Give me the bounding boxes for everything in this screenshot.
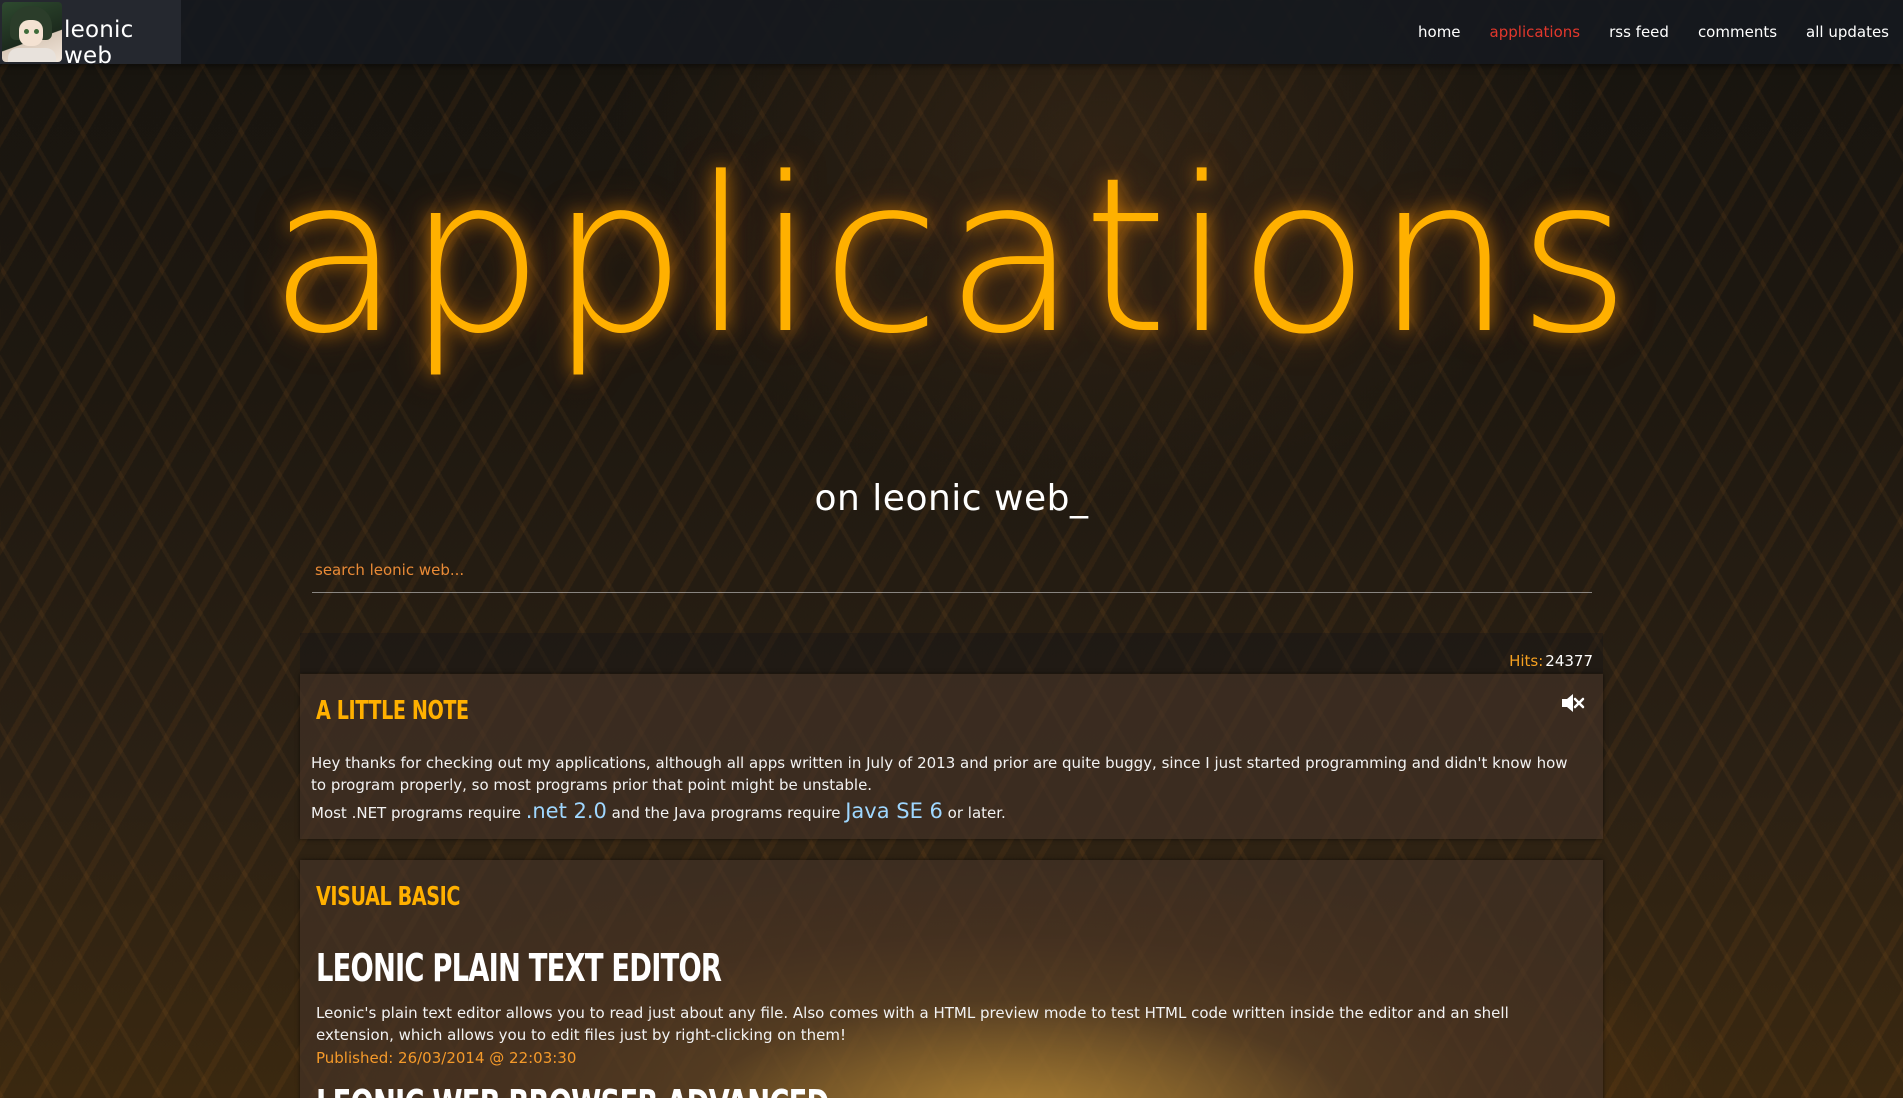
req-prefix: Most .NET programs require — [311, 804, 526, 822]
java-link[interactable]: Java SE 6 — [845, 799, 943, 823]
dotnet-link[interactable]: .net 2.0 — [526, 799, 607, 823]
section-heading-visual-basic: Visual Basic — [316, 882, 461, 912]
page-title: applications — [268, 132, 1635, 381]
app-description: Leonic's plain text editor allows you to… — [316, 1004, 1509, 1044]
search-bar — [312, 552, 1592, 593]
brand-name[interactable]: leonic web — [64, 17, 181, 69]
hits-label: Hits: — [1509, 652, 1544, 670]
hit-counter: Hits: 24377 — [300, 652, 1593, 670]
note-paragraph: Hey thanks for checking out my applicati… — [311, 754, 1568, 794]
req-middle: and the Java programs require — [606, 804, 846, 822]
nav-all-updates[interactable]: all updates — [1806, 23, 1889, 41]
app-title[interactable]: Leonic Plain Text Editor — [316, 946, 722, 990]
main-nav: home applications rss feed comments all … — [1389, 0, 1889, 64]
nav-comments[interactable]: comments — [1698, 23, 1777, 41]
avatar-shirt — [8, 48, 56, 62]
avatar-face — [19, 20, 43, 46]
note-body: Hey thanks for checking out my applicati… — [311, 752, 1581, 824]
brand-area[interactable]: leonic web — [0, 0, 181, 69]
hits-value: 24377 — [1545, 652, 1593, 670]
req-suffix: or later. — [942, 804, 1006, 822]
visual-basic-panel: Visual Basic Leonic Plain Text Editor Le… — [300, 860, 1603, 1098]
note-panel: A little note Hey thanks for checking ou… — [300, 674, 1603, 839]
nav-applications[interactable]: applications — [1490, 23, 1581, 41]
nav-home[interactable]: home — [1418, 23, 1461, 41]
volume-mute-icon[interactable] — [1559, 690, 1585, 716]
note-heading: A little note — [316, 696, 469, 726]
page-subtitle: on leonic web_ — [814, 478, 1089, 519]
note-requirements: Most .NET programs require .net 2.0 and … — [311, 800, 1581, 824]
nav-rss-feed[interactable]: rss feed — [1609, 23, 1669, 41]
search-input[interactable] — [312, 555, 1592, 585]
avatar-eye — [24, 29, 29, 34]
app-published-date: Published: 26/03/2014 @ 22:03:30 — [316, 1049, 577, 1067]
top-navbar: leonic web home applications rss feed co… — [0, 0, 1903, 69]
avatar[interactable] — [2, 2, 62, 62]
avatar-eye — [34, 29, 39, 34]
app-title[interactable]: Leonic Web Browser Advanced — [316, 1082, 829, 1098]
